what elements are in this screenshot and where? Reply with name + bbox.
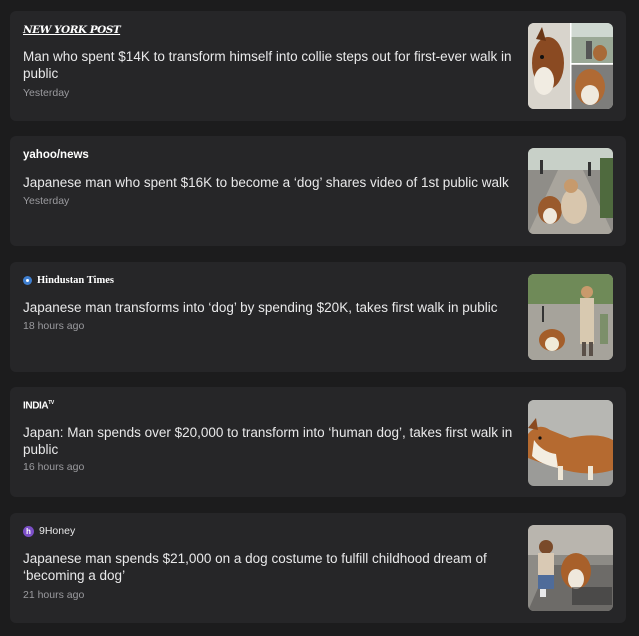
woman-with-dog-photo-icon[interactable] (528, 148, 613, 234)
article-title[interactable]: Man who spent $14K to transform himself … (23, 48, 515, 82)
news-card[interactable]: h 9Honey Japanese man spends $21,000 on … (10, 513, 626, 623)
article-timestamp: 18 hours ago (23, 320, 85, 332)
source-logo-india-tv: INDIATV (23, 400, 54, 411)
source-name: INDIATV (23, 400, 54, 412)
source-logo-yahoo-news: yahoo/news (23, 149, 89, 161)
article-title[interactable]: Japan: Man spends over $20,000 to transf… (23, 424, 515, 458)
news-card[interactable]: yahoo/news Japanese man who spent $16K t… (10, 136, 626, 246)
article-title[interactable]: Japanese man transforms into ‘dog’ by sp… (23, 299, 515, 316)
collie-closeup-photo-icon[interactable] (528, 400, 613, 486)
woman-petting-dog-photo-icon[interactable] (528, 525, 613, 611)
news-card[interactable]: INDIATV Japan: Man spends over $20,000 t… (10, 387, 626, 497)
source-name: Hindustan Times (37, 275, 114, 286)
article-timestamp: Yesterday (23, 195, 70, 207)
hindustan-times-icon (23, 276, 32, 285)
source-name: yahoo/news (23, 149, 89, 161)
street-walk-photo-icon[interactable] (528, 274, 613, 360)
source-logo-9honey: h 9Honey (23, 525, 75, 537)
9honey-icon: h (23, 525, 34, 537)
article-title[interactable]: Japanese man spends $21,000 on a dog cos… (23, 550, 515, 584)
source-name: NEW YORK POST (23, 24, 121, 36)
article-timestamp: Yesterday (23, 87, 70, 99)
collie-costume-photo-icon[interactable] (528, 23, 613, 109)
source-logo-hindustan-times: Hindustan Times (23, 275, 114, 286)
article-title[interactable]: Japanese man who spent $16K to become a … (23, 174, 515, 191)
news-card[interactable]: NEW YORK POST Man who spent $14K to tran… (10, 11, 626, 121)
news-card[interactable]: Hindustan Times Japanese man transforms … (10, 262, 626, 372)
source-logo-new-york-post: NEW YORK POST (23, 24, 121, 36)
source-name: 9Honey (39, 525, 76, 537)
article-timestamp: 16 hours ago (23, 461, 85, 473)
article-timestamp: 21 hours ago (23, 589, 85, 601)
